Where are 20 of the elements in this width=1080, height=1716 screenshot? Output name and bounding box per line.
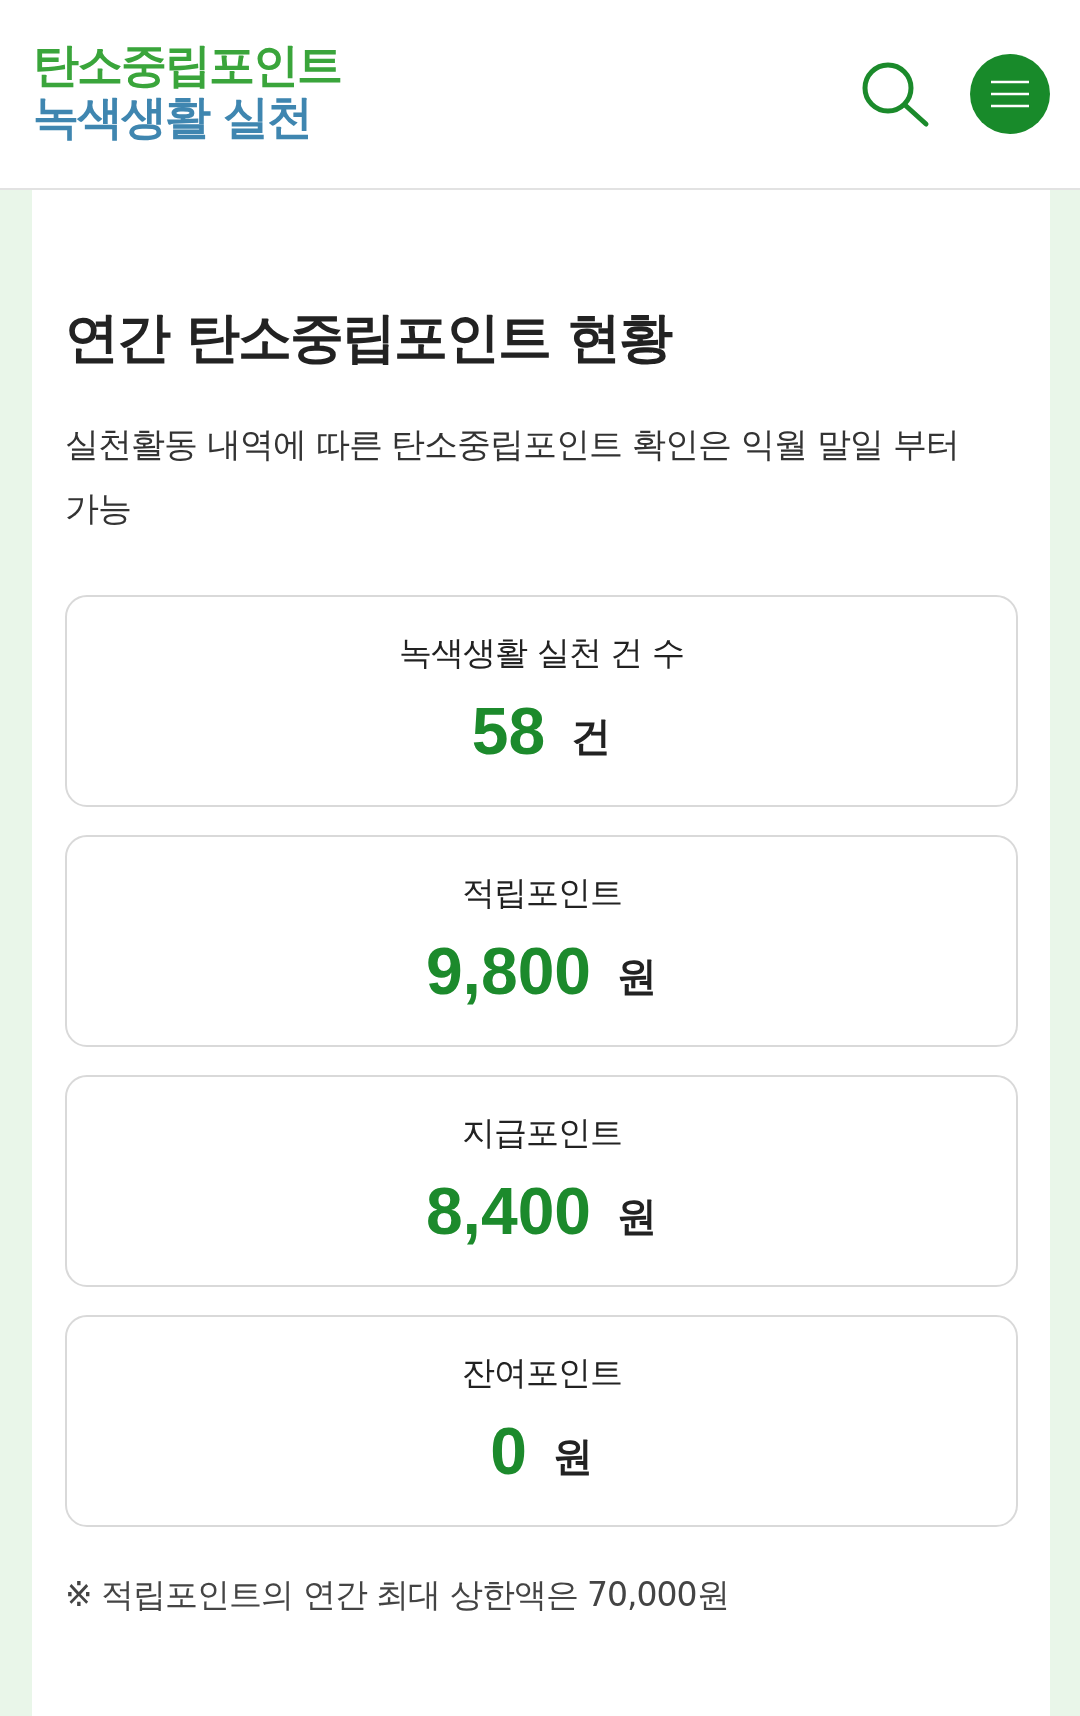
- stat-label: 잔여포인트: [461, 1352, 622, 1394]
- menu-icon: [991, 80, 1029, 108]
- stat-unit: 원: [617, 1192, 658, 1241]
- page-description: 실천활동 내역에 따른 탄소중립포인트 확인은 익월 말일 부터 가능: [65, 423, 960, 530]
- page-title: 연간 탄소중립포인트 현황: [65, 306, 673, 370]
- stat-unit: 원: [552, 1432, 593, 1481]
- stat-value: 58: [471, 693, 546, 769]
- stat-unit: 원: [617, 952, 658, 1001]
- stat-label: 지급포인트: [461, 1112, 622, 1154]
- search-icon: [860, 60, 930, 128]
- stat-value: 8,400: [425, 1173, 592, 1249]
- stat-unit: 건: [571, 712, 612, 761]
- logo-title[interactable]: 탄소중립포인트: [33, 39, 341, 91]
- stat-value: 0: [490, 1413, 527, 1489]
- stat-label: 녹색생활 실천 건 수: [399, 632, 684, 674]
- stat-label: 적립포인트: [461, 872, 622, 914]
- footnote: ※ 적립포인트의 연간 최대 상한액은 70,000원: [65, 1574, 730, 1616]
- logo-subtitle[interactable]: 녹색생활 실천: [33, 91, 311, 143]
- search-button[interactable]: [860, 60, 930, 128]
- stat-value: 9,800: [425, 933, 592, 1009]
